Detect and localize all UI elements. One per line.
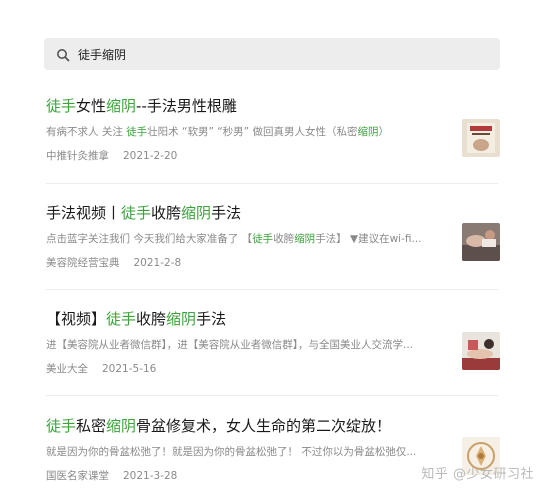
text-segment: 手法视频丨 (46, 204, 122, 222)
divider (46, 183, 498, 184)
result-source[interactable]: 国医名家课堂 (46, 470, 109, 482)
text-segment: --手法男性根雕 (136, 97, 237, 115)
result-snippet: 有病不求人 关注 徒手壮阳术 “软男” “秒男” 做回真男人女性（私密缩阴） (46, 125, 450, 139)
text-segment: 点击蓝字关注我们 今天我们给大家准备了 【 (46, 233, 253, 245)
result-source[interactable]: 中推针灸推拿 (46, 150, 109, 162)
text-segment: 收胯 (151, 204, 182, 222)
search-result[interactable]: 【视频】徒手收胯缩阴手法 进【美容院从业者微信群】，进【美容院从业者微信群】，与… (46, 309, 500, 376)
highlighted-keyword: 缩阴 (181, 204, 212, 222)
result-thumbnail[interactable] (462, 223, 500, 261)
result-date: 2021-3-28 (123, 470, 178, 482)
highlighted-keyword: 徒手 (126, 126, 148, 138)
highlighted-keyword: 徒手 (106, 310, 137, 328)
text-segment: 进【美容院从业者微信群】，进【美容院从业者微信群】，与全国美业人交流学... (46, 339, 414, 351)
result-thumbnail[interactable] (462, 119, 500, 157)
result-title[interactable]: 徒手私密缩阴骨盆修复术，女人生命的第二次绽放！ (46, 416, 498, 436)
text-segment: 收胯 (136, 310, 167, 328)
text-segment: 壮阳术 “软男” “秒男” 做回真男人女性（私密 (147, 126, 358, 138)
result-snippet: 点击蓝字关注我们 今天我们给大家准备了 【徒手收胯缩阴手法】 ▼建议在wi-fi… (46, 232, 450, 246)
highlighted-keyword: 徒手 (46, 97, 77, 115)
result-meta: 美业大全 2021-5-16 (46, 361, 498, 376)
text-segment: 收胯 (273, 233, 295, 245)
watermark: 知乎 @少女研习社 (421, 467, 534, 482)
result-date: 2021-2-20 (123, 150, 178, 162)
text-segment: 骨盆修复术，女人生命的第二次绽放！ (136, 417, 392, 435)
highlighted-keyword: 徒手 (252, 233, 274, 245)
result-thumbnail[interactable] (462, 332, 500, 370)
text-segment: 私密 (76, 417, 107, 435)
highlighted-keyword: 缩阴 (357, 126, 379, 138)
highlighted-keyword: 缩阴 (166, 310, 197, 328)
text-segment: 手法 (211, 204, 242, 222)
result-title[interactable]: 【视频】徒手收胯缩阴手法 (46, 309, 498, 329)
text-segment: 【视频】 (46, 310, 107, 328)
result-snippet: 进【美容院从业者微信群】，进【美容院从业者微信群】，与全国美业人交流学... (46, 338, 450, 352)
result-date: 2021-2-8 (133, 257, 182, 269)
search-bar[interactable]: 徒手缩阴 (44, 38, 500, 70)
search-result[interactable]: 徒手女性缩阴--手法男性根雕 有病不求人 关注 徒手壮阳术 “软男” “秒男” … (46, 96, 500, 163)
divider (46, 289, 498, 290)
highlighted-keyword: 缩阴 (294, 233, 316, 245)
result-title[interactable]: 徒手女性缩阴--手法男性根雕 (46, 96, 498, 116)
result-snippet: 就是因为你的骨盆松弛了！就是因为你的骨盆松弛了！ 不过你以为骨盆松弛仅... (46, 445, 450, 459)
result-meta: 美容院经营宝典 2021-2-8 (46, 255, 498, 270)
text-segment: 女性 (76, 97, 107, 115)
result-title[interactable]: 手法视频丨徒手收胯缩阴手法 (46, 203, 498, 223)
text-segment: 手法 (196, 310, 227, 328)
search-result[interactable]: 手法视频丨徒手收胯缩阴手法 点击蓝字关注我们 今天我们给大家准备了 【徒手收胯缩… (46, 203, 500, 270)
text-segment: ） (378, 126, 389, 138)
highlighted-keyword: 缩阴 (106, 417, 137, 435)
text-segment: 有病不求人 关注 (46, 126, 127, 138)
result-source[interactable]: 美业大全 (46, 363, 88, 375)
result-meta: 中推针灸推拿 2021-2-20 (46, 148, 498, 163)
highlighted-keyword: 缩阴 (106, 97, 137, 115)
search-input[interactable]: 徒手缩阴 (78, 46, 126, 63)
highlighted-keyword: 徒手 (121, 204, 152, 222)
text-segment: 手法】 ▼建议在wi-fi... (315, 233, 422, 245)
result-date: 2021-5-16 (102, 363, 157, 375)
text-segment: 就是因为你的骨盆松弛了！就是因为你的骨盆松弛了！ 不过你以为骨盆松弛仅... (46, 446, 417, 458)
divider (46, 395, 498, 396)
result-source[interactable]: 美容院经营宝典 (46, 257, 120, 269)
search-icon (56, 47, 70, 62)
highlighted-keyword: 徒手 (46, 417, 77, 435)
